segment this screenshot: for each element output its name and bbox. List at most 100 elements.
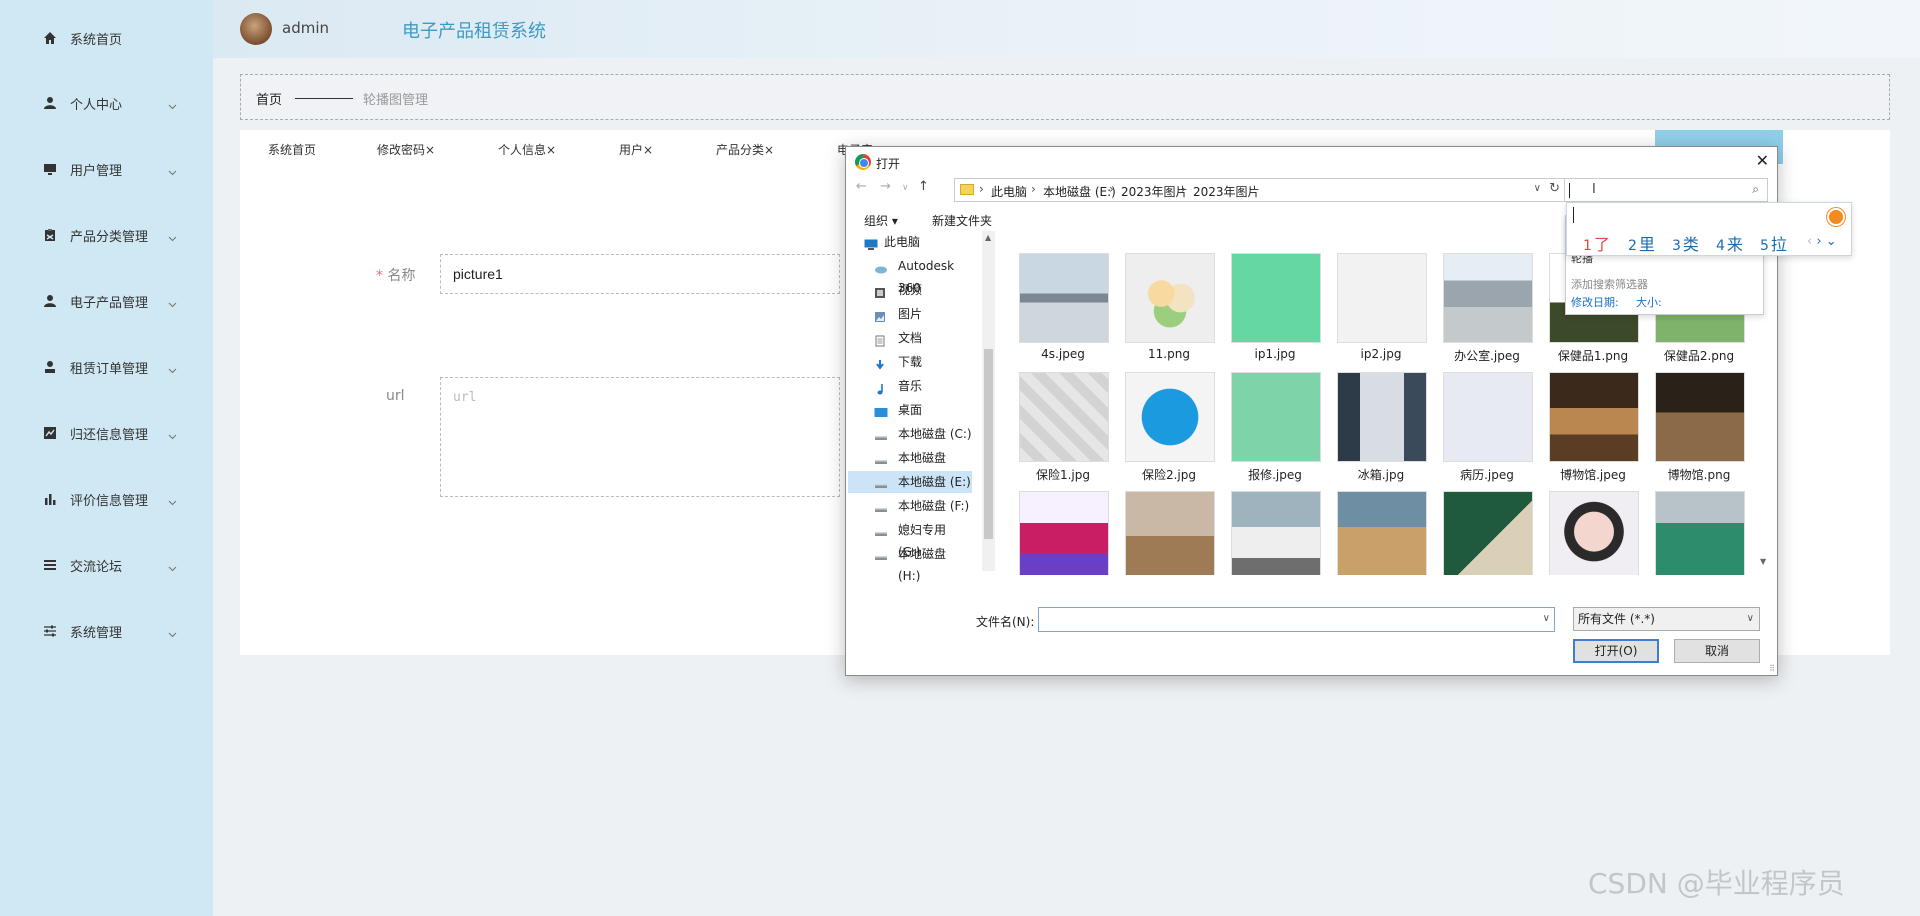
- ime-candidate-1[interactable]: 1了: [1583, 231, 1610, 255]
- chevron-down-icon: [168, 363, 177, 374]
- file-item[interactable]: 测试识别.jpg: [1543, 491, 1643, 575]
- file-name: 报修.jpeg: [1248, 468, 1302, 482]
- file-item[interactable]: ip2.jpg: [1331, 253, 1431, 369]
- file-item[interactable]: 冰箱.jpg: [1331, 372, 1431, 488]
- tab-category[interactable]: 产品分类×: [716, 141, 774, 158]
- file-thumbnail: [1125, 253, 1215, 343]
- watermark: CSDN @毕业程序员: [1588, 867, 1845, 900]
- file-thumbnail: [1655, 372, 1745, 462]
- file-thumbnail: [1337, 491, 1427, 575]
- breadcrumb-home[interactable]: 首页: [256, 89, 282, 108]
- ime-candidate-bar: 1了 2里 3类 4来 5拉 ‹ › ⌄: [1566, 202, 1852, 256]
- file-thumbnail: [1655, 491, 1745, 575]
- sidebar-item[interactable]: 系统管理: [0, 611, 213, 651]
- ime-candidate-5[interactable]: 5拉: [1760, 231, 1787, 255]
- sidebar-item[interactable]: 评价信息管理: [0, 479, 213, 519]
- sidebar-item[interactable]: 电子产品管理: [0, 281, 213, 321]
- file-item[interactable]: 办公室.jpeg: [1437, 253, 1537, 369]
- user-icon: [42, 95, 58, 111]
- chevron-down-icon: [168, 495, 177, 506]
- file-item[interactable]: 报修.jpeg: [1225, 372, 1325, 488]
- file-item[interactable]: 餐厅.jpg: [1119, 491, 1219, 575]
- file-name: ip2.jpg: [1360, 347, 1402, 361]
- clipboard-icon: [42, 227, 58, 243]
- tab-home[interactable]: 系统首页: [268, 141, 316, 158]
- file-item[interactable]: ip1.jpg: [1225, 253, 1325, 369]
- sidebar-item-label: 电子产品管理: [70, 295, 149, 311]
- filename-input[interactable]: ∨: [1038, 607, 1555, 632]
- avatar[interactable]: [240, 13, 272, 45]
- file-name: 4s.jpeg: [1041, 347, 1085, 361]
- sidebar-item-label: 用户管理: [70, 163, 123, 179]
- sidebar-item[interactable]: 个人中心: [0, 83, 213, 123]
- file-thumbnail: [1443, 491, 1533, 575]
- ime-page-nav[interactable]: ‹ › ⌄: [1807, 234, 1837, 249]
- sidebar-item[interactable]: 租赁订单管理: [0, 347, 213, 387]
- add-filter-hint: 添加搜索筛选器: [1571, 278, 1648, 291]
- ime-candidate-2[interactable]: 2里: [1628, 231, 1655, 255]
- name-label-text: 名称: [387, 268, 416, 284]
- file-item[interactable]: 场地1.jpg: [1649, 491, 1749, 575]
- breadcrumb-current: 轮播图管理: [363, 93, 429, 108]
- file-thumbnail: [1337, 253, 1427, 343]
- file-thumbnail: [1549, 372, 1639, 462]
- breadcrumb-separator: [295, 98, 353, 99]
- chevron-down-icon: ∨: [1746, 613, 1754, 624]
- required-mark: *: [376, 268, 383, 284]
- file-name: 保险2.jpg: [1141, 468, 1197, 482]
- sidebar-item[interactable]: 系统首页: [0, 18, 213, 58]
- tab-change-password[interactable]: 修改密码×: [377, 141, 435, 158]
- user-stamp-icon: [42, 359, 58, 375]
- ime-candidate-3[interactable]: 3类: [1672, 231, 1699, 255]
- scroll-down-icon[interactable]: ▼: [1760, 557, 1766, 566]
- sidebar-item[interactable]: 用户管理: [0, 149, 213, 189]
- tab-personal-info[interactable]: 个人信息×: [498, 141, 556, 158]
- filter-size[interactable]: 大小:: [1636, 294, 1662, 310]
- chevron-down-icon[interactable]: ∨: [1543, 613, 1550, 624]
- url-textarea[interactable]: url: [440, 377, 840, 497]
- name-input[interactable]: picture1: [440, 254, 840, 294]
- sidebar-item-label: 交流论坛: [70, 559, 123, 575]
- list-icon: [42, 557, 58, 573]
- sidebar-item-label: 系统管理: [70, 625, 123, 641]
- filetype-select[interactable]: 所有文件 (*.*) ∨: [1573, 607, 1760, 631]
- ime-candidate-4[interactable]: 4来: [1716, 231, 1743, 255]
- chevron-down-icon: [168, 231, 177, 242]
- chart-line-icon: [42, 425, 58, 441]
- file-item[interactable]: 残疾证.jpg: [1437, 491, 1537, 575]
- chevron-down-icon: [168, 429, 177, 440]
- file-thumbnail: [1231, 491, 1321, 575]
- file-item[interactable]: 11.png: [1119, 253, 1219, 369]
- cancel-button[interactable]: 取消: [1674, 639, 1760, 663]
- file-item[interactable]: 病历.jpeg: [1437, 372, 1537, 488]
- file-item[interactable]: 博物馆.jpeg: [1543, 372, 1643, 488]
- chevron-down-icon: [168, 627, 177, 638]
- chevron-down-icon: [168, 99, 177, 110]
- file-item[interactable]: 博物馆.png: [1649, 372, 1749, 488]
- sidebar-item[interactable]: 交流论坛: [0, 545, 213, 585]
- file-item[interactable]: 餐桌.jpeg: [1225, 491, 1325, 575]
- chevron-down-icon: [168, 165, 177, 176]
- file-name: 博物馆.png: [1667, 468, 1731, 482]
- file-item[interactable]: 餐桌.jpg: [1331, 491, 1431, 575]
- sidebar-item[interactable]: 产品分类管理: [0, 215, 213, 255]
- bar-chart-icon: [42, 491, 58, 507]
- file-item[interactable]: 保险1.jpg: [1013, 372, 1113, 488]
- user-icon: [42, 293, 58, 309]
- sidebar-item-label: 系统首页: [70, 32, 123, 48]
- file-item[interactable]: 彩票.jpg: [1013, 491, 1113, 575]
- sidebar-item-label: 归还信息管理: [70, 427, 149, 443]
- ime-logo-icon: [1827, 208, 1845, 226]
- file-item[interactable]: 保险2.jpg: [1119, 372, 1219, 488]
- home-icon: [42, 30, 58, 46]
- file-name: 11.png: [1148, 347, 1190, 361]
- open-button[interactable]: 打开(O): [1573, 639, 1659, 663]
- file-name: ip1.jpg: [1254, 347, 1296, 361]
- filter-modified-date[interactable]: 修改日期:: [1571, 294, 1619, 310]
- resize-grip-icon[interactable]: ⠿: [1769, 664, 1775, 673]
- file-item[interactable]: 4s.jpeg: [1013, 253, 1113, 369]
- tab-user[interactable]: 用户×: [619, 141, 653, 158]
- sidebar-item[interactable]: 归还信息管理: [0, 413, 213, 453]
- sidebar-item-label: 产品分类管理: [70, 229, 149, 245]
- breadcrumb: 首页 轮播图管理: [240, 74, 1890, 120]
